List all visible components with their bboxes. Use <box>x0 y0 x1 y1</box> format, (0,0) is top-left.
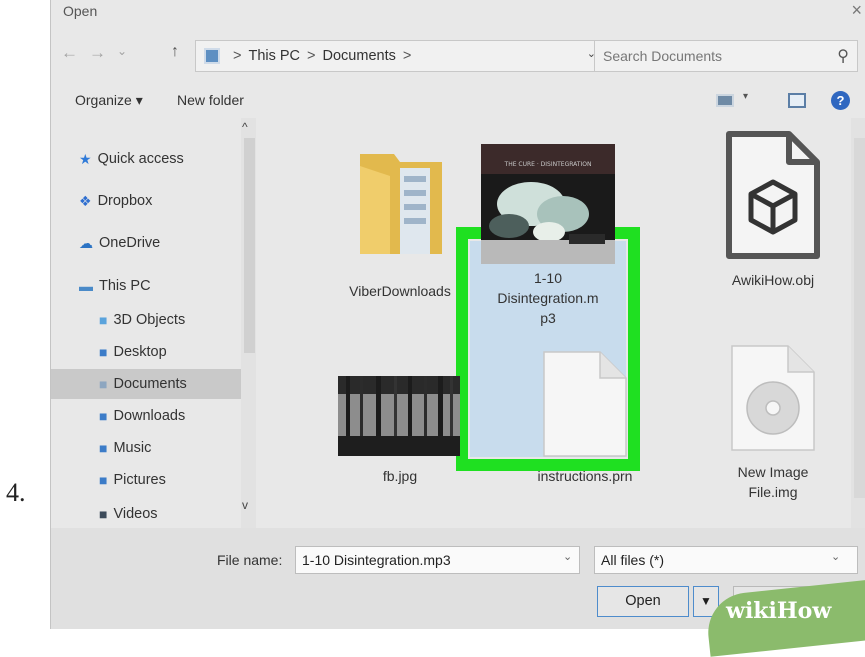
sidebar-item-documents[interactable]: ■ Documents <box>51 369 241 399</box>
3d-object-file-icon <box>726 131 820 259</box>
album-art-thumbnail: THE CURE · DISINTEGRATION <box>481 144 615 264</box>
title-bar: Open × <box>51 0 865 28</box>
sidebar-item-pictures[interactable]: ■ Pictures <box>99 465 166 495</box>
breadcrumb-separator: > <box>307 48 316 64</box>
file-name-label: File name: <box>217 552 283 568</box>
file-name-line: p3 <box>540 310 556 326</box>
dropbox-icon: ❖ <box>79 192 92 209</box>
close-icon[interactable]: × <box>851 0 862 21</box>
file-name: AwikiHow.obj <box>731 272 815 288</box>
file-tile-disintegration-mp3[interactable]: THE CURE · DISINTEGRATION 1-10 Disintegr… <box>474 136 622 346</box>
sidebar-item-onedrive[interactable]: ☁ OneDrive <box>79 228 160 258</box>
sidebar-item-label: Videos <box>113 506 158 522</box>
sidebar-item-downloads[interactable]: ■ Downloads <box>99 401 185 431</box>
chevron-down-icon[interactable]: ⌄ <box>831 550 840 563</box>
sidebar-item-label: Dropbox <box>97 193 153 209</box>
file-tile-new-image-file-img[interactable]: New Image File.img <box>699 344 847 524</box>
file-name-input[interactable]: 1-10 Disintegration.mp3 <box>295 546 580 574</box>
search-icon: ⚲ <box>837 48 849 65</box>
star-icon: ★ <box>79 150 92 167</box>
file-tile-fb-jpg[interactable]: fb.jpg <box>326 350 474 530</box>
scroll-up-icon[interactable]: ^ <box>242 120 248 134</box>
music-folder-icon: ■ <box>99 440 108 456</box>
sidebar-item-desktop[interactable]: ■ Desktop <box>99 337 167 367</box>
cloud-icon: ☁ <box>79 234 93 251</box>
command-toolbar: Organize ▾ New folder ▾ ? <box>51 82 865 118</box>
file-name: instructions.prn <box>537 468 633 484</box>
file-name: ViberDownloads <box>349 283 451 299</box>
open-button[interactable]: Open <box>597 586 689 617</box>
scroll-down-icon[interactable]: v <box>242 498 248 512</box>
svg-text:THE CURE · DISINTEGRATION: THE CURE · DISINTEGRATION <box>504 161 592 168</box>
file-tile-awikihow-obj[interactable]: AwikiHow.obj <box>699 130 847 340</box>
navigation-pane: ★ Quick access ❖ Dropbox ☁ OneDrive ▬ Th… <box>51 118 256 528</box>
sidebar-item-quick-access[interactable]: ★ Quick access <box>79 144 184 174</box>
computer-icon: ▬ <box>79 278 93 294</box>
sidebar-item-dropbox[interactable]: ❖ Dropbox <box>79 186 152 216</box>
back-arrow-icon[interactable]: ← <box>61 43 78 63</box>
search-input[interactable]: Search Documents ⚲ <box>594 40 858 72</box>
sidebar-item-music[interactable]: ■ Music <box>99 433 151 463</box>
sidebar-item-label: 3D Objects <box>113 312 186 328</box>
address-bar[interactable]: > This PC > Documents > ⌄ ↻ <box>195 40 631 72</box>
navigation-scrollbar[interactable]: ^ v <box>241 118 256 528</box>
scrollbar-thumb[interactable] <box>854 138 865 498</box>
view-options-chevron-icon[interactable]: ▾ <box>743 91 748 102</box>
breadcrumb-separator: > <box>233 48 242 64</box>
disc-image-file-icon <box>731 345 815 451</box>
file-name-line: File.img <box>748 484 798 500</box>
change-view-icon[interactable] <box>716 94 734 107</box>
file-name-line: New Image <box>737 464 809 480</box>
sidebar-item-videos[interactable]: ■ Videos <box>99 499 158 529</box>
address-row: ← → ⌄ ↑ > This PC > Documents > ⌄ ↻ Sear… <box>51 32 865 82</box>
pictures-folder-icon: ■ <box>99 472 108 488</box>
sidebar-item-label: Desktop <box>113 344 167 360</box>
forward-arrow-icon[interactable]: → <box>89 43 106 63</box>
videos-folder-icon: ■ <box>99 506 108 522</box>
file-name-line: Disintegration.m <box>497 290 599 306</box>
file-list-scrollbar[interactable] <box>851 118 865 528</box>
file-name-line: 1-10 <box>533 270 563 286</box>
new-folder-button[interactable]: New folder <box>177 92 244 108</box>
file-tile-instructions-prn[interactable]: instructions.prn <box>511 350 659 530</box>
scrollbar-thumb[interactable] <box>244 138 255 353</box>
content-area: ★ Quick access ❖ Dropbox ☁ OneDrive ▬ Th… <box>51 118 865 528</box>
file-tile-viberdownloads[interactable]: ViberDownloads <box>326 136 474 346</box>
sidebar-item-3d-objects[interactable]: ■ 3D Objects <box>99 305 185 335</box>
desktop-folder-icon: ■ <box>99 344 108 360</box>
sidebar-item-label: Documents <box>113 376 187 392</box>
breadcrumb-separator: > <box>402 48 412 64</box>
preview-pane-icon[interactable] <box>788 93 806 108</box>
breadcrumb-documents[interactable]: Documents <box>323 48 396 64</box>
dialog-title: Open <box>63 3 98 19</box>
forest-photo-thumbnail <box>338 376 460 456</box>
sidebar-item-label: This PC <box>99 278 151 294</box>
cube-icon: ■ <box>99 312 108 328</box>
recent-locations-icon[interactable]: ⌄ <box>117 44 127 58</box>
sidebar-item-label: Downloads <box>113 408 186 424</box>
file-type-select[interactable]: All files (*) <box>594 546 858 574</box>
chevron-down-icon[interactable]: ⌄ <box>563 550 572 563</box>
up-arrow-icon[interactable]: ↑ <box>171 43 179 61</box>
wikihow-watermark: wikiHow <box>726 598 832 624</box>
sidebar-item-label: OneDrive <box>99 235 161 251</box>
folder-icon <box>360 154 442 254</box>
step-number: 4. <box>6 478 26 507</box>
sidebar-item-this-pc[interactable]: ▬ This PC <box>79 271 151 301</box>
search-placeholder: Search Documents <box>603 48 723 64</box>
file-name: fb.jpg <box>382 468 418 484</box>
documents-folder-icon: ■ <box>99 376 108 392</box>
sidebar-item-label: Pictures <box>113 472 166 488</box>
help-icon[interactable]: ? <box>831 91 850 110</box>
sidebar-item-label: Quick access <box>97 151 184 167</box>
download-folder-icon: ■ <box>99 408 108 424</box>
breadcrumb-this-pc[interactable]: This PC <box>248 48 300 64</box>
document-file-icon <box>543 351 627 457</box>
documents-folder-icon <box>204 48 220 64</box>
organize-button[interactable]: Organize ▾ <box>75 92 143 109</box>
sidebar-item-label: Music <box>113 440 152 456</box>
open-file-dialog: Open × ← → ⌄ ↑ > This PC > Documents > ⌄… <box>50 0 865 629</box>
